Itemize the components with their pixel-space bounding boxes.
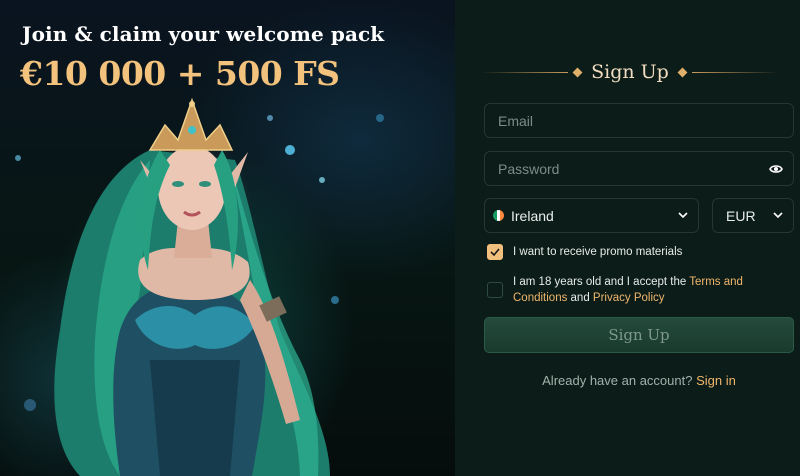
promo-checkbox[interactable] — [487, 244, 503, 260]
country-select[interactable]: Ireland — [484, 198, 699, 233]
ireland-flag-icon — [493, 210, 504, 221]
promo-panel: Join & claim your welcome pack €10 000 +… — [0, 0, 455, 476]
chevron-down-icon — [773, 212, 783, 219]
diamond-ornament-icon — [677, 67, 688, 77]
password-field[interactable]: Password — [484, 151, 794, 186]
currency-value: EUR — [726, 207, 756, 224]
promo-consent-row: I want to receive promo materials — [487, 244, 682, 260]
currency-select[interactable]: EUR — [712, 198, 794, 233]
promo-checkbox-label: I want to receive promo materials — [513, 246, 683, 258]
promo-title: Join & claim your welcome pack — [22, 22, 385, 46]
country-value: Ireland — [511, 207, 554, 224]
terms-consent-row: I am 18 years old and I accept the Terms… — [487, 274, 763, 306]
heading-divider-right — [691, 71, 779, 73]
diamond-ornament-icon — [572, 67, 583, 77]
terms-text-middle: and — [567, 292, 593, 304]
signin-link[interactable]: Sign in — [696, 373, 736, 388]
check-icon — [490, 248, 500, 256]
password-placeholder: Password — [498, 160, 560, 177]
email-field[interactable]: Email — [484, 103, 794, 138]
promo-amount: €10 000 + 500 FS — [20, 54, 340, 93]
chevron-down-icon — [678, 212, 688, 219]
terms-checkbox-label: I am 18 years old and I accept the Terms… — [513, 274, 763, 306]
heading-title: Sign Up — [591, 61, 669, 83]
terms-checkbox[interactable] — [487, 282, 503, 298]
signin-prompt: Already have an account? — [542, 373, 693, 388]
signin-row: Already have an account? Sign in — [484, 373, 794, 388]
eye-icon[interactable] — [769, 163, 783, 175]
heading-divider-left — [481, 71, 569, 73]
terms-text-before: I am 18 years old and I accept the — [513, 276, 690, 288]
privacy-link[interactable]: Privacy Policy — [593, 292, 665, 304]
email-placeholder: Email — [498, 112, 534, 129]
form-heading: Sign Up — [481, 60, 779, 84]
signup-form-panel: Sign Up Email Password Ireland EUR I wan… — [455, 0, 800, 476]
signup-button[interactable]: Sign Up — [484, 317, 794, 353]
